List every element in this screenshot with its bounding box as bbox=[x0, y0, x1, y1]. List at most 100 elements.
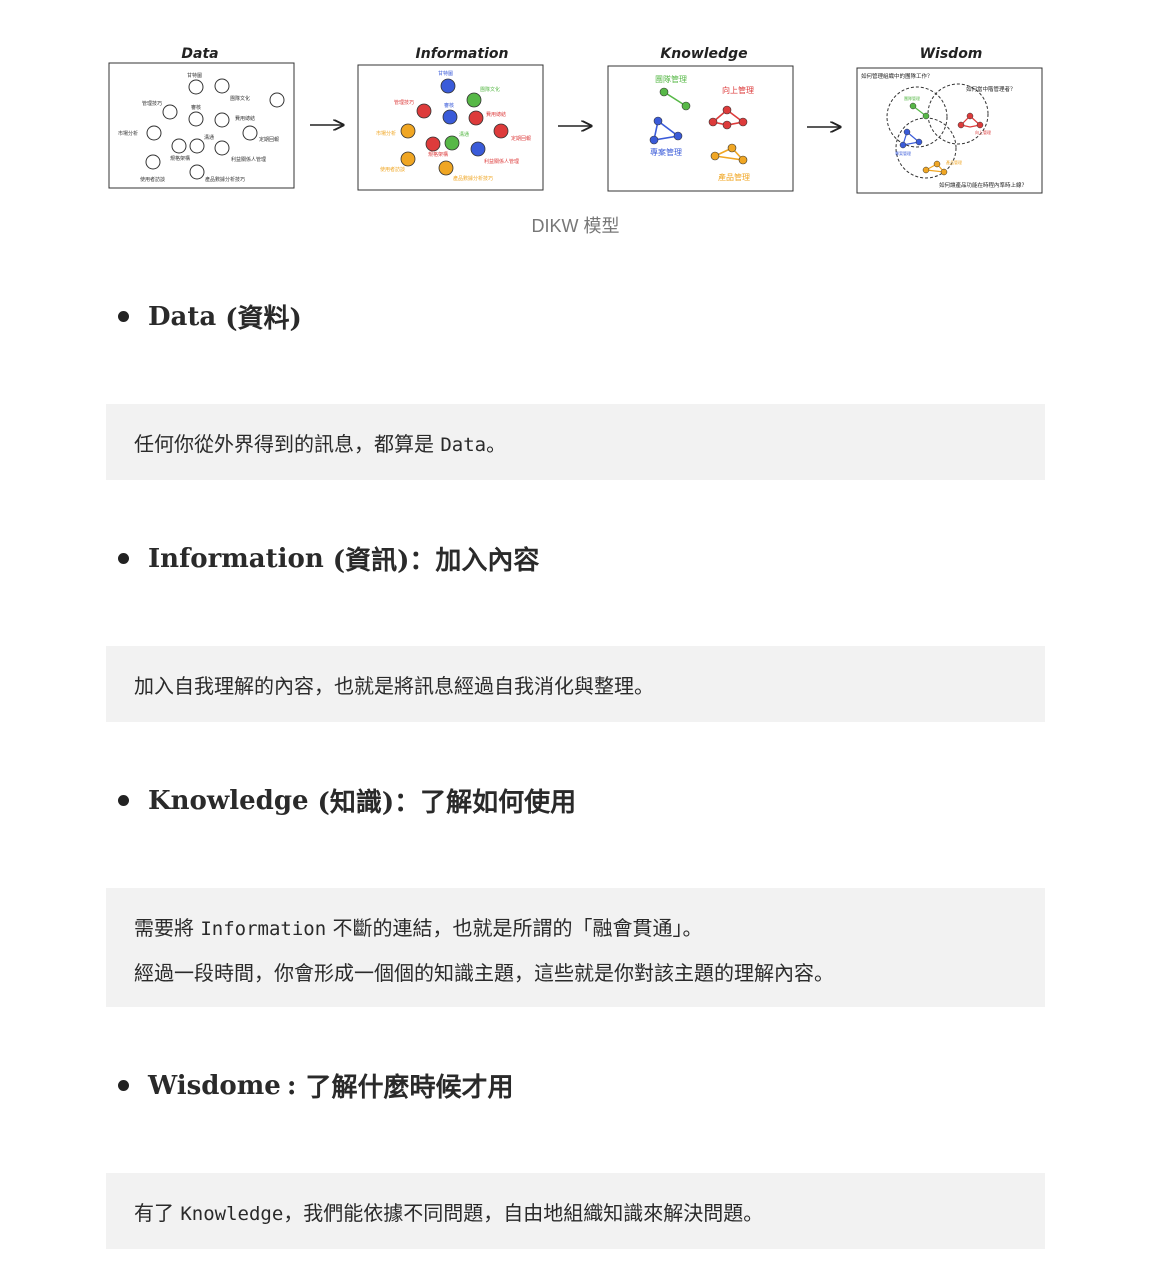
knowledge-node-green bbox=[659, 87, 669, 97]
heading-cn: (知識) bbox=[317, 788, 395, 818]
info-label: 團隊文化 bbox=[480, 86, 500, 93]
heading-rest: ：了解如何使用 bbox=[394, 788, 577, 818]
heading-knowledge: Knowledge (知識) ：了解如何使用 bbox=[118, 782, 576, 819]
info-node-red bbox=[416, 103, 432, 119]
quote-data: 任何你從外界得到的訊息，都算是 Data。 bbox=[106, 404, 1045, 480]
data-node bbox=[188, 79, 204, 95]
info-label: 溝通 bbox=[459, 131, 469, 138]
heading-term: Knowledge bbox=[148, 785, 309, 816]
info-node-red bbox=[425, 136, 441, 152]
info-label: 產品數據分析技巧 bbox=[453, 175, 493, 182]
data-node bbox=[189, 164, 205, 180]
info-label: 定期回報 bbox=[511, 135, 531, 142]
quote-code: Data bbox=[440, 434, 487, 456]
quote-wisdome: 有了 Knowledge，我們能依據不同問題，自由地組織知識來解決問題。 bbox=[106, 1173, 1045, 1249]
data-label: 溝通 bbox=[204, 134, 214, 141]
knowledge-node-blue bbox=[649, 135, 659, 145]
info-label: 市場分析 bbox=[376, 130, 396, 137]
heading-cn: : bbox=[286, 1070, 297, 1101]
info-label: 使用者訪談 bbox=[380, 166, 405, 173]
data-label: 審核 bbox=[191, 104, 201, 111]
quote-knowledge: 需要將 Information 不斷的連結，也就是所謂的「融會貫通」。 經過一段… bbox=[106, 888, 1045, 1007]
info-label: 規格架構 bbox=[428, 151, 448, 158]
bullet-icon bbox=[118, 795, 129, 806]
info-node-red bbox=[468, 110, 484, 126]
knowledge-node-orange bbox=[738, 155, 748, 165]
knowledge-node-blue bbox=[673, 131, 683, 141]
heading-wisdome: Wisdome : 了解什麼時候才用 bbox=[118, 1067, 514, 1104]
data-label: 團隊文化 bbox=[230, 95, 250, 102]
knowledge-node-red bbox=[722, 120, 732, 130]
info-node-red bbox=[493, 123, 509, 139]
heading-term: Information bbox=[148, 543, 324, 574]
knowledge-node-red bbox=[722, 105, 732, 115]
quote-text: 經過一段時間，你會形成一個個的知識主題，這些就是你對該主題的理解內容。 bbox=[134, 961, 834, 985]
info-node-blue bbox=[440, 78, 456, 94]
quote-line: 任何你從外界得到的訊息，都算是 Data。 bbox=[134, 428, 1045, 457]
panel-title-wisdom: Wisdom bbox=[920, 46, 983, 62]
knowledge-label: 團隊管理 bbox=[655, 74, 687, 84]
panel-title-data: Data bbox=[181, 46, 218, 62]
heading-data: Data (資料) bbox=[118, 298, 302, 335]
data-label: 費用總結 bbox=[235, 115, 255, 122]
heading-term: Data bbox=[148, 301, 217, 332]
wisdom-question: 如何管理組織中的團隊工作？ bbox=[861, 72, 933, 80]
panel-frame-knowledge bbox=[607, 65, 794, 192]
info-label: 費用總結 bbox=[486, 111, 506, 118]
quote-code: Information bbox=[200, 918, 327, 940]
dikw-diagram: Data Information Knowledge Wisdom 甘特圖 團隊… bbox=[108, 46, 1043, 194]
data-node bbox=[214, 140, 230, 156]
heading-cn: (資料) bbox=[225, 304, 302, 334]
info-label: 管理技巧 bbox=[394, 99, 414, 106]
heading-rest: 了解什麼時候才用 bbox=[296, 1073, 514, 1103]
panel-title-knowledge: Knowledge bbox=[660, 46, 747, 62]
heading-cn: (資訊) bbox=[332, 546, 410, 576]
panel-title-information: Information bbox=[416, 46, 509, 62]
quote-text: ，我們能依據不同問題，自由地組織知識來解決問題。 bbox=[283, 1201, 764, 1225]
quote-line: 有了 Knowledge，我們能依據不同問題，自由地組織知識來解決問題。 bbox=[134, 1197, 1045, 1226]
wisdom-question: 如何讓產品功能在時程內準時上線？ bbox=[939, 181, 1027, 189]
quote-code: Knowledge bbox=[180, 1203, 284, 1225]
data-node bbox=[214, 78, 230, 94]
data-label: 使用者訪談 bbox=[140, 176, 165, 183]
data-label: 產品數據分析技巧 bbox=[205, 176, 245, 183]
info-node-orange bbox=[438, 160, 454, 176]
data-node bbox=[214, 112, 230, 128]
quote-text: 不斷的連結，也就是所謂的「融會貫通」。 bbox=[326, 916, 703, 940]
info-label: 甘特圖 bbox=[438, 70, 453, 77]
quote-text: 。 bbox=[486, 432, 507, 456]
bullet-icon bbox=[118, 1080, 129, 1091]
knowledge-node-green bbox=[681, 101, 691, 111]
data-label: 甘特圖 bbox=[187, 72, 202, 79]
data-node bbox=[146, 125, 162, 141]
info-node-blue bbox=[442, 109, 458, 125]
quote-text: 加入自我理解的內容，也就是將訊息經過自我消化與整理。 bbox=[134, 674, 654, 698]
knowledge-node-orange bbox=[710, 151, 720, 161]
heading-term: Wisdome bbox=[148, 1070, 281, 1101]
info-node-blue bbox=[470, 141, 486, 157]
quote-line: 需要將 Information 不斷的連結，也就是所謂的「融會貫通」。 bbox=[134, 912, 1045, 941]
wisdom-label: 產品管理 bbox=[946, 159, 962, 165]
info-node-orange bbox=[400, 123, 416, 139]
figure-caption: DIKW 模型 bbox=[531, 216, 620, 236]
quote-line: 經過一段時間，你會形成一個個的知識主題，這些就是你對該主題的理解內容。 bbox=[134, 957, 1045, 986]
knowledge-label: 向上管理 bbox=[722, 85, 754, 95]
data-label: 定期回報 bbox=[259, 136, 279, 143]
knowledge-node-blue bbox=[653, 116, 663, 126]
data-node bbox=[162, 104, 178, 120]
info-node-green bbox=[466, 92, 482, 108]
data-label: 規格架構 bbox=[170, 155, 190, 162]
heading-rest: ：加入內容 bbox=[409, 546, 540, 576]
knowledge-label: 產品管理 bbox=[718, 172, 750, 182]
quote-information: 加入自我理解的內容，也就是將訊息經過自我消化與整理。 bbox=[106, 646, 1045, 722]
knowledge-label: 專案管理 bbox=[650, 147, 682, 157]
data-node bbox=[189, 138, 205, 154]
quote-text: 需要將 bbox=[134, 916, 201, 940]
data-label: 利益關係人管理 bbox=[231, 156, 266, 163]
wisdom-label: 向上管理 bbox=[975, 129, 991, 135]
knowledge-node-orange bbox=[727, 143, 737, 153]
data-label: 市場分析 bbox=[118, 130, 138, 137]
data-node bbox=[145, 154, 161, 170]
info-label: 利益關係人管理 bbox=[484, 158, 519, 165]
data-node bbox=[242, 125, 258, 141]
